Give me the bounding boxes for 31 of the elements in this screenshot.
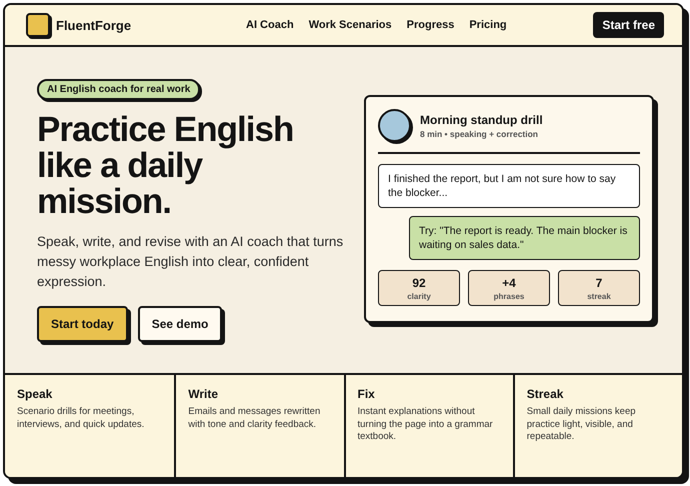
stat-label: clarity — [407, 292, 431, 301]
chat-message: Try: "The report is ready. The main blocker is waiting on sales data." — [409, 216, 640, 260]
feature-title: Streak — [526, 387, 564, 401]
nav-link[interactable]: Progress — [406, 19, 454, 31]
lead-paragraph: Speak, write, and revise with an AI coach that turns messy workplace English into clear, confident expression. — [37, 233, 344, 291]
stat-label: phrases — [494, 292, 524, 301]
feature-title: Write — [188, 387, 220, 401]
feature-text: Small daily missions keep practice light, visible, and repeatable. — [526, 406, 637, 444]
stat-value: 7 — [596, 276, 602, 290]
stat-label: streak — [587, 292, 611, 301]
hero-button[interactable]: Start today — [37, 306, 128, 342]
nav-link[interactable]: Work Scenarios — [308, 19, 392, 31]
feature-title: Fix — [358, 387, 376, 401]
logo-icon — [26, 13, 50, 37]
nav-link[interactable]: AI Coach — [246, 19, 294, 31]
feature-text: Instant explanations without turning the page into a grammar textbook. — [358, 406, 494, 444]
feature-text: Scenario drills for meetings, interviews, and quick updates. — [17, 406, 146, 431]
feature-text: Emails and messages rewritten with tone and clarity feedback. — [188, 406, 322, 431]
headline: Practice English like a daily mission. — [37, 112, 294, 220]
chat-message: I finished the report, but I am not sure how to say the blocker... — [378, 164, 640, 208]
stat-value: +4 — [502, 276, 516, 290]
feature-title: Speak — [17, 387, 54, 401]
stat-value: 92 — [412, 276, 426, 290]
start-free-button[interactable]: Start free — [593, 12, 664, 38]
hero-button[interactable]: See demo — [138, 306, 222, 342]
tagline-badge: AI English coach for real work — [37, 79, 200, 100]
drill-meta: 8 min • speaking + correction — [420, 128, 539, 138]
nav-link[interactable]: Pricing — [469, 19, 507, 31]
drill-title: Morning standup drill — [420, 112, 543, 126]
brand-name[interactable]: FluentForge — [56, 18, 132, 32]
avatar-icon — [378, 109, 411, 142]
